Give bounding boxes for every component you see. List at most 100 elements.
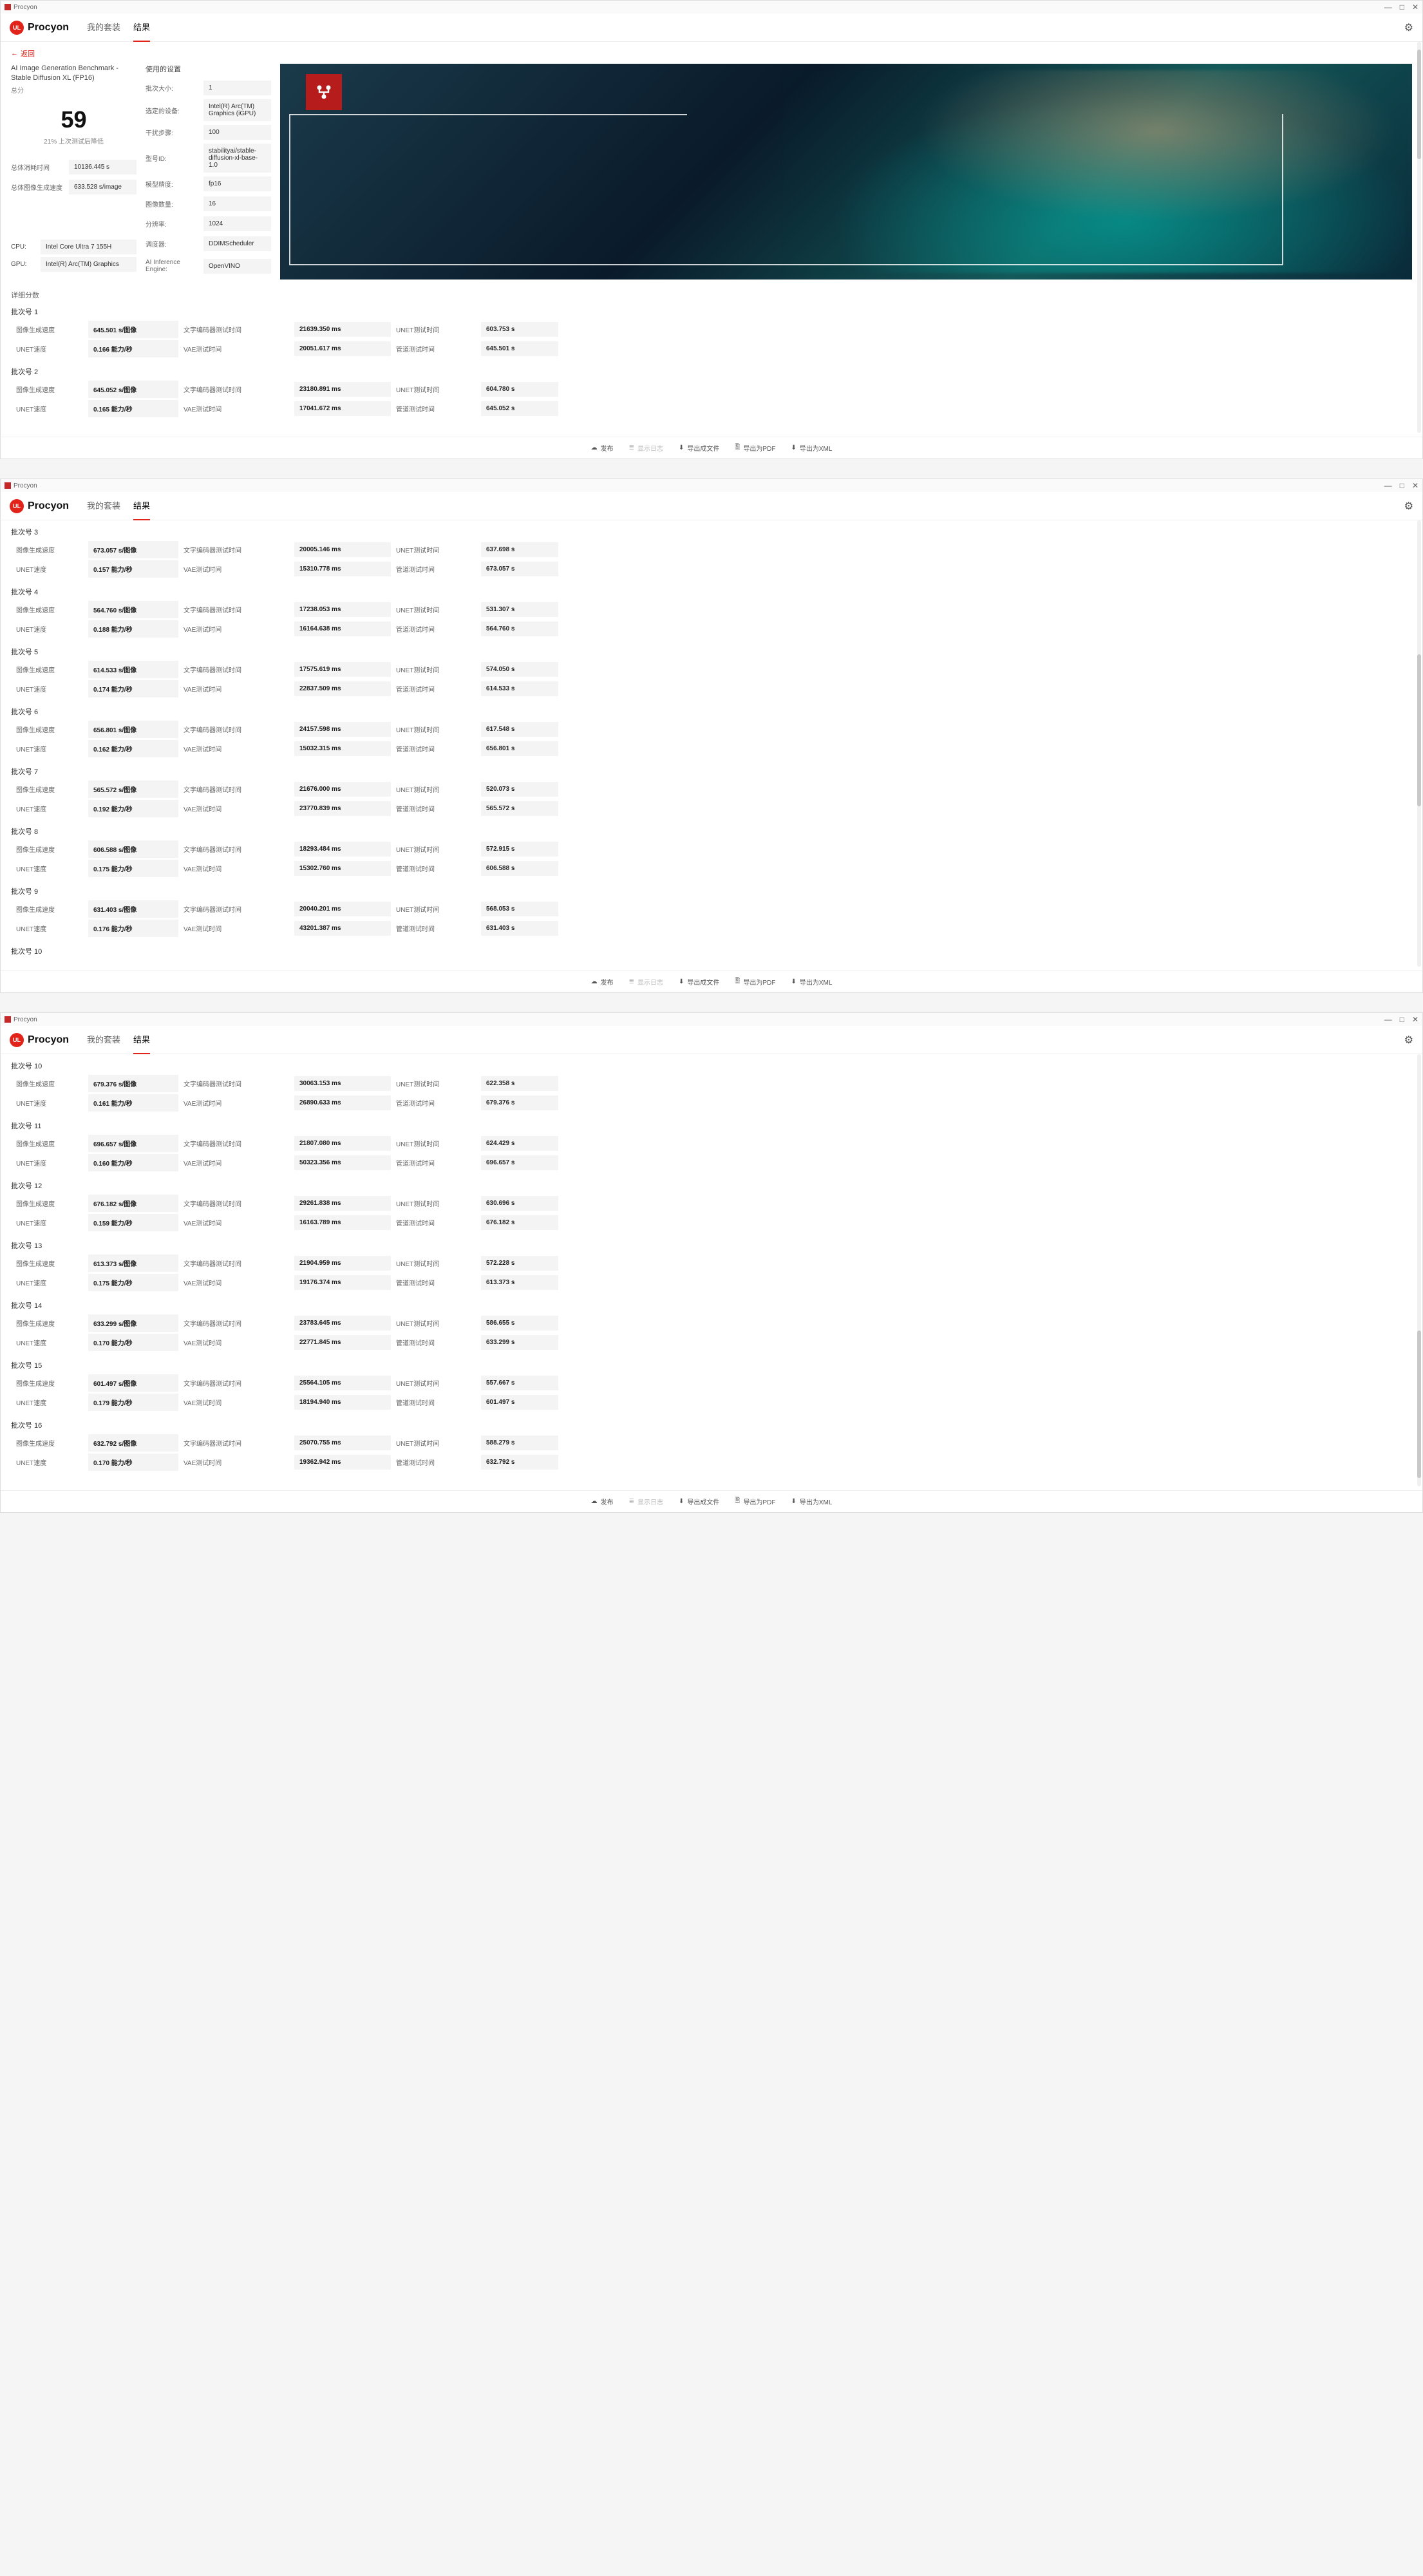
value-unet-time: 572.228 s [481, 1256, 558, 1271]
app-logo: ULProcyon [10, 1033, 69, 1047]
label-img-speed: 图像生成速度 [11, 321, 88, 338]
label-img-speed: 图像生成速度 [11, 541, 88, 558]
export-file-button[interactable]: ⬇导出成文件 [679, 1497, 719, 1506]
value-vae: 23770.839 ms [294, 801, 391, 816]
tab-my-suites[interactable]: 我的套装 [87, 13, 120, 42]
publish-button[interactable]: ☁发布 [591, 977, 614, 987]
value-pipe-time: 679.376 s [481, 1095, 558, 1110]
show-log-button[interactable]: ≣显示日志 [629, 1497, 663, 1506]
system-value: Intel(R) Arc(TM) Graphics [41, 257, 137, 272]
settings-icon[interactable]: ⚙ [1404, 21, 1413, 34]
label-img-speed: 图像生成速度 [11, 1374, 88, 1392]
minimize-button[interactable]: — [1384, 481, 1392, 490]
setting-row: 分辨率:1024 [146, 215, 271, 232]
metric-row: 总体图像生成速度633.528 s/image [11, 178, 137, 196]
label-vae: VAE测试时间 [178, 1334, 294, 1351]
publish-button[interactable]: ☁发布 [591, 443, 614, 453]
value-unet-time: 624.429 s [481, 1136, 558, 1151]
setting-label: 模型精度: [146, 175, 203, 193]
batch-row: 图像生成速度645.501 s/图像文字编码器测试时间21639.350 msU… [11, 321, 1412, 338]
publish-button[interactable]: ☁发布 [591, 1497, 614, 1506]
batch-block: 批次号 6图像生成速度656.801 s/图像文字编码器测试时间24157.59… [11, 706, 1412, 757]
batch-row: 图像生成速度645.052 s/图像文字编码器测试时间23180.891 msU… [11, 381, 1412, 398]
close-button[interactable]: ✕ [1412, 1015, 1418, 1024]
batch-title: 批次号 16 [11, 1420, 1412, 1430]
show-log-button[interactable]: ≣显示日志 [629, 977, 663, 987]
scrollbar-thumb[interactable] [1417, 654, 1421, 806]
back-link[interactable]: ←返回 [11, 48, 35, 59]
batch-block: 批次号 7图像生成速度565.572 s/图像文字编码器测试时间21676.00… [11, 766, 1412, 817]
value-pipe-time: 673.057 s [481, 562, 558, 576]
value-unet-speed: 0.175 能力/秒 [88, 860, 178, 877]
tab-my-suites[interactable]: 我的套装 [87, 491, 120, 520]
value-unet-speed: 0.174 能力/秒 [88, 680, 178, 697]
export-pdf-button[interactable]: 🖺导出为PDF [735, 442, 775, 453]
maximize-button[interactable]: □ [1400, 1015, 1404, 1024]
show-log-button[interactable]: ≣显示日志 [629, 443, 663, 453]
maximize-button[interactable]: □ [1400, 3, 1404, 12]
value-unet-time: 574.050 s [481, 662, 558, 677]
value-pipe-time: 564.760 s [481, 621, 558, 636]
scrollbar[interactable] [1417, 42, 1421, 433]
minimize-button[interactable]: — [1384, 3, 1392, 12]
label-vae: VAE测试时间 [178, 620, 294, 638]
batch-row: 图像生成速度656.801 s/图像文字编码器测试时间24157.598 msU… [11, 721, 1412, 738]
value-unet-speed: 0.170 能力/秒 [88, 1454, 178, 1471]
export-xml-button[interactable]: ⬇导出为XML [791, 1497, 832, 1506]
batch-block: 批次号 12图像生成速度676.182 s/图像文字编码器测试时间29261.8… [11, 1180, 1412, 1231]
label-unet-speed: UNET速度 [11, 560, 88, 578]
label-vae: VAE测试时间 [178, 1154, 294, 1171]
label-text-enc: 文字编码器测试时间 [178, 321, 294, 338]
scrollbar[interactable] [1417, 520, 1421, 967]
score-note: 21% 上次测试后降低 [11, 136, 137, 146]
export-pdf-button[interactable]: 🖺导出为PDF [735, 976, 775, 987]
logo-text: Procyon [28, 22, 69, 33]
label-img-speed: 图像生成速度 [11, 1434, 88, 1452]
setting-value: 1 [203, 80, 271, 95]
value-vae: 15302.760 ms [294, 861, 391, 876]
value-pipe-time: 631.403 s [481, 921, 558, 936]
tab-results[interactable]: 结果 [133, 13, 150, 42]
scrollbar-thumb[interactable] [1417, 1331, 1421, 1477]
close-button[interactable]: ✕ [1412, 481, 1418, 490]
value-img-speed: 656.801 s/图像 [88, 721, 178, 738]
scrollbar[interactable] [1417, 1054, 1421, 1486]
export-xml-button[interactable]: ⬇导出为XML [791, 443, 832, 453]
label-unet-time: UNET测试时间 [391, 781, 481, 798]
export-file-button[interactable]: ⬇导出成文件 [679, 443, 719, 453]
batch-title: 批次号 4 [11, 587, 1412, 597]
value-img-speed: 676.182 s/图像 [88, 1195, 178, 1212]
tab-my-suites[interactable]: 我的套装 [87, 1025, 120, 1054]
batch-block: 批次号 15图像生成速度601.497 s/图像文字编码器测试时间25564.1… [11, 1360, 1412, 1411]
tab-results[interactable]: 结果 [133, 491, 150, 520]
list-icon: ≣ [629, 1498, 634, 1505]
settings-icon[interactable]: ⚙ [1404, 1034, 1413, 1046]
maximize-button[interactable]: □ [1400, 481, 1404, 490]
value-img-speed: 614.533 s/图像 [88, 661, 178, 678]
settings-icon[interactable]: ⚙ [1404, 500, 1413, 513]
tabs: 我的套装结果 [87, 491, 150, 520]
minimize-button[interactable]: — [1384, 1015, 1392, 1024]
batch-block: 批次号 14图像生成速度633.299 s/图像文字编码器测试时间23783.6… [11, 1300, 1412, 1351]
label-unet-time: UNET测试时间 [391, 900, 481, 918]
value-vae: 22771.845 ms [294, 1335, 391, 1350]
batch-row: UNET速度0.166 能力/秒VAE测试时间20051.617 ms管道测试时… [11, 340, 1412, 357]
list-icon: ≣ [629, 978, 634, 985]
setting-row: 模型精度:fp16 [146, 175, 271, 193]
metric-value: 10136.445 s [69, 160, 137, 175]
value-vae: 16163.789 ms [294, 1215, 391, 1230]
label-img-speed: 图像生成速度 [11, 900, 88, 918]
batch-title: 批次号 12 [11, 1180, 1412, 1191]
export-pdf-button[interactable]: 🖺导出为PDF [735, 1496, 775, 1507]
label-text-enc: 文字编码器测试时间 [178, 381, 294, 398]
tab-results[interactable]: 结果 [133, 1025, 150, 1054]
close-button[interactable]: ✕ [1412, 3, 1418, 12]
label-vae: VAE测试时间 [178, 560, 294, 578]
export-xml-button[interactable]: ⬇导出为XML [791, 977, 832, 987]
footer-actions: ☁发布 ≣显示日志 ⬇导出成文件 🖺导出为PDF ⬇导出为XML [1, 1490, 1422, 1512]
export-file-button[interactable]: ⬇导出成文件 [679, 977, 719, 987]
label-text-enc: 文字编码器测试时间 [178, 1135, 294, 1152]
score-value: 59 [11, 106, 137, 133]
scrollbar-thumb[interactable] [1417, 50, 1421, 159]
batch-row: UNET速度0.157 能力/秒VAE测试时间15310.778 ms管道测试时… [11, 560, 1412, 578]
